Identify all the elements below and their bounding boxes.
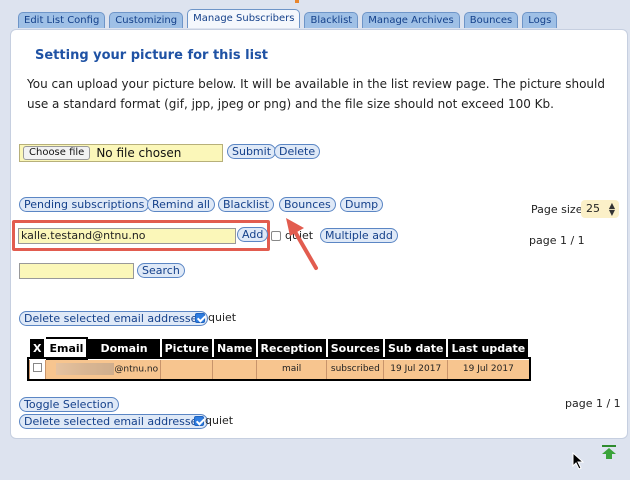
search-button[interactable]: Search bbox=[137, 263, 185, 278]
top-accent-mark bbox=[295, 0, 299, 3]
add-button[interactable]: Add bbox=[237, 227, 269, 242]
choose-file-button[interactable]: Choose file bbox=[23, 146, 91, 160]
dump-button[interactable]: Dump bbox=[340, 197, 384, 212]
row-email-redacted bbox=[56, 363, 115, 376]
delete-quiet-checkbox-bottom[interactable] bbox=[194, 416, 204, 426]
tab-manage-archives[interactable]: Manage Archives bbox=[362, 12, 460, 28]
col-picture[interactable]: Picture bbox=[159, 337, 214, 360]
picture-description: You can upload your picture below. It wi… bbox=[27, 77, 605, 111]
delete-selected-button-top[interactable]: Delete selected email addresses bbox=[19, 311, 209, 326]
no-file-text: No file chosen bbox=[96, 146, 182, 160]
row-email-cell[interactable]: @ntnu.no bbox=[44, 358, 162, 380]
page-size-select[interactable]: 25 ▲ ▼ bbox=[581, 200, 619, 218]
delete-quiet-checkbox-top[interactable] bbox=[195, 313, 205, 323]
tab-bounces[interactable]: Bounces bbox=[463, 12, 519, 28]
picture-section-title: Setting your picture for this list bbox=[35, 48, 269, 63]
up-arrow-icon[interactable] bbox=[600, 444, 618, 460]
delete-picture-button[interactable]: Delete bbox=[274, 144, 321, 159]
col-sub-date[interactable]: Sub date bbox=[382, 337, 449, 360]
tab-edit-list-config[interactable]: Edit List Config bbox=[18, 12, 106, 28]
row-name bbox=[212, 358, 258, 380]
remind-all-button[interactable]: Remind all bbox=[147, 197, 215, 212]
col-email[interactable]: Email bbox=[44, 337, 89, 360]
arrow-pointer-icon bbox=[286, 218, 318, 270]
search-input[interactable] bbox=[19, 263, 134, 279]
row-select-checkbox[interactable] bbox=[32, 363, 42, 373]
tab-blacklist[interactable]: Blacklist bbox=[304, 12, 359, 28]
pending-subscriptions-button[interactable]: Pending subscriptions bbox=[19, 197, 150, 212]
row-last-update: 19 Jul 2017 bbox=[446, 358, 530, 380]
col-reception[interactable]: Reception bbox=[255, 337, 328, 360]
delete-quiet-label-top: quiet bbox=[208, 311, 237, 324]
tab-manage-subscribers[interactable]: Manage Subscribers bbox=[187, 9, 301, 28]
page-info-top: page 1 / 1 bbox=[529, 234, 585, 247]
row-sources: subscribed bbox=[326, 358, 385, 380]
row-sub-date: 19 Jul 2017 bbox=[383, 358, 448, 380]
delete-quiet-label-bottom: quiet bbox=[205, 414, 234, 427]
mouse-cursor-icon bbox=[572, 452, 585, 470]
submit-button[interactable]: Submit bbox=[227, 144, 277, 159]
row-select-cell bbox=[28, 358, 46, 380]
delete-selected-button-bottom[interactable]: Delete selected email addresses bbox=[19, 414, 209, 429]
page-size-label: Page size bbox=[531, 203, 583, 216]
tab-bar: Edit List Config Customizing Manage Subs… bbox=[18, 9, 558, 28]
col-name[interactable]: Name bbox=[211, 337, 258, 360]
bounces-button[interactable]: Bounces bbox=[279, 197, 336, 212]
col-sources[interactable]: Sources bbox=[325, 337, 385, 360]
table-row: @ntnu.no mail subscribed 19 Jul 2017 19 … bbox=[26, 357, 532, 381]
page-info-bottom: page 1 / 1 bbox=[565, 397, 621, 410]
blacklist-button[interactable]: Blacklist bbox=[218, 197, 274, 212]
col-domain[interactable]: Domain bbox=[86, 337, 162, 360]
select-arrows-icon: ▲ ▼ bbox=[608, 201, 615, 217]
add-email-input[interactable]: kalle.testand@ntnu.no bbox=[18, 228, 236, 244]
tab-logs[interactable]: Logs bbox=[522, 12, 558, 28]
row-domain: @ntnu.no bbox=[114, 364, 159, 375]
row-picture bbox=[160, 358, 214, 380]
toggle-selection-button[interactable]: Toggle Selection bbox=[19, 397, 119, 412]
row-reception: mail bbox=[256, 358, 328, 380]
table-header-row: X Email Domain Picture Name Reception So… bbox=[27, 337, 531, 360]
file-upload-field[interactable]: Choose file No file chosen bbox=[19, 144, 223, 162]
multiple-add-button[interactable]: Multiple add bbox=[320, 228, 398, 243]
subscribers-table: X Email Domain Picture Name Reception So… bbox=[26, 337, 532, 381]
tab-customizing[interactable]: Customizing bbox=[109, 12, 184, 28]
col-x[interactable]: X bbox=[27, 337, 47, 360]
page-size-value: 25 bbox=[586, 202, 600, 215]
col-last-update[interactable]: Last update bbox=[446, 337, 531, 360]
